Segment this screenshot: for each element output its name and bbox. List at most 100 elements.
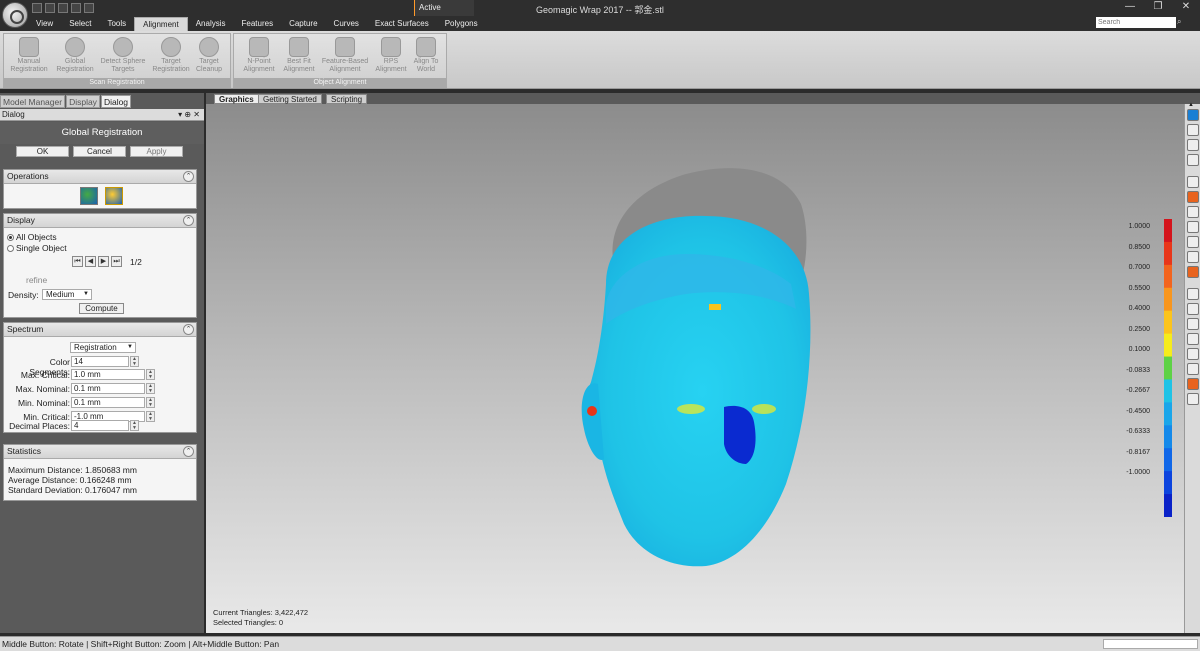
- decimal-places-field[interactable]: 4: [71, 420, 129, 431]
- tab-polygons[interactable]: Polygons: [437, 17, 486, 31]
- color-scale-label: 0.8500: [1128, 243, 1150, 251]
- detect-sphere-targets-button[interactable]: Detect Sphere Targets: [98, 36, 148, 74]
- first-icon[interactable]: ⏮: [72, 256, 83, 267]
- lasso-icon[interactable]: [1187, 221, 1199, 233]
- max-nominal-spinner[interactable]: ▲ ▼: [146, 383, 155, 394]
- collapse-icon[interactable]: ⌃: [183, 324, 194, 335]
- spectrum-type-select[interactable]: Registration ▼: [70, 342, 136, 353]
- all-objects-radio[interactable]: All Objects: [7, 232, 57, 242]
- search-input[interactable]: [1096, 17, 1176, 28]
- view-front-icon[interactable]: [1187, 109, 1199, 121]
- view-bottom-icon[interactable]: [1187, 154, 1199, 166]
- single-object-radio[interactable]: Single Object: [7, 243, 67, 253]
- head-scan-model[interactable]: [206, 104, 1184, 633]
- tab-features[interactable]: Features: [234, 17, 282, 31]
- tab-dialog[interactable]: Dialog: [100, 95, 132, 108]
- collapse-icon[interactable]: ⌃: [183, 171, 194, 182]
- dialog-header: Dialog ▾ ⊕ ✕: [0, 109, 204, 121]
- scroll-up-icon[interactable]: ▲: [1188, 102, 1198, 108]
- restore-button[interactable]: ❐: [1144, 0, 1172, 14]
- button-label: N-Point Alignment: [243, 58, 275, 73]
- collapse-icon[interactable]: ⌃: [183, 446, 194, 457]
- max-nominal-field[interactable]: 0.1 mm: [71, 383, 145, 394]
- spectrum-header[interactable]: Spectrum ⌃: [4, 323, 196, 337]
- color-segment: [1164, 471, 1172, 495]
- cancel-button[interactable]: Cancel: [73, 146, 126, 157]
- manual-registration-button[interactable]: Manual Registration: [6, 36, 52, 74]
- last-icon[interactable]: ⏭: [111, 256, 122, 267]
- brush-icon[interactable]: [1187, 236, 1199, 248]
- apply-button[interactable]: Apply: [130, 146, 183, 157]
- tab-exact-surfaces[interactable]: Exact Surfaces: [367, 17, 437, 31]
- align-to-world-button[interactable]: Align To World: [406, 36, 446, 74]
- annotation-icon[interactable]: [1187, 333, 1199, 345]
- tab-alignment[interactable]: Alignment: [134, 17, 188, 31]
- clip-icon[interactable]: [1187, 303, 1199, 315]
- select-icon[interactable]: [1187, 206, 1199, 218]
- graphics-viewport[interactable]: Current Triangles: 3,422,472 Selected Tr…: [206, 104, 1184, 633]
- global-registration-button[interactable]: Global Registration: [52, 36, 98, 74]
- compute-button[interactable]: Compute: [79, 303, 124, 314]
- min-critical-spinner[interactable]: ▲ ▼: [146, 411, 155, 422]
- visible-icon[interactable]: [1187, 288, 1199, 300]
- view-top-icon[interactable]: [1187, 139, 1199, 151]
- feature-based-alignment-button[interactable]: Feature-Based Alignment: [320, 36, 370, 74]
- dialog-header-label: Dialog: [2, 110, 25, 119]
- shading-icon[interactable]: [1187, 191, 1199, 203]
- tab-display[interactable]: Display: [66, 95, 100, 108]
- zoom-fit-icon[interactable]: [1187, 176, 1199, 188]
- bucket-icon[interactable]: [1187, 266, 1199, 278]
- operations-header[interactable]: Operations ⌃: [4, 170, 196, 184]
- view-back-icon[interactable]: [1187, 124, 1199, 136]
- left-panel: Model Manager Display Dialog Dialog ▾ ⊕ …: [0, 93, 204, 633]
- tab-graphics[interactable]: Graphics: [214, 94, 259, 104]
- tab-analysis[interactable]: Analysis: [188, 17, 234, 31]
- next-icon[interactable]: ▶: [98, 256, 109, 267]
- density-select[interactable]: Medium ▼: [42, 289, 92, 300]
- dialog-header-controls[interactable]: ▾ ⊕ ✕: [178, 109, 200, 120]
- max-critical-field[interactable]: 1.0 mm: [71, 369, 145, 380]
- spectrum-section: Spectrum ⌃ Registration ▼ Color Segments…: [3, 322, 197, 433]
- statistics-header[interactable]: Statistics ⌃: [4, 445, 196, 459]
- properties-icon[interactable]: [1187, 363, 1199, 375]
- previous-icon[interactable]: ◀: [85, 256, 96, 267]
- title-bar: Geomagic Wrap 2017 -- 郭金.stl Active — ❐ …: [0, 0, 1200, 31]
- minimize-button[interactable]: —: [1116, 0, 1144, 14]
- left-eye-region: [677, 404, 705, 414]
- min-nominal-spinner[interactable]: ▲ ▼: [146, 397, 155, 408]
- target-cleanup-button[interactable]: Target Cleanup: [188, 36, 230, 74]
- section-title: Display: [7, 215, 35, 225]
- best-fit-alignment-button[interactable]: Best Fit Alignment: [276, 36, 322, 74]
- tab-curves[interactable]: Curves: [326, 17, 367, 31]
- registration-preview-icon[interactable]: [105, 187, 123, 205]
- color-segments-spinner[interactable]: ▲ ▼: [130, 356, 139, 367]
- settings-icon[interactable]: [1187, 393, 1199, 405]
- tab-capture[interactable]: Capture: [281, 17, 325, 31]
- color-scale-label: 0.1000: [1128, 346, 1150, 353]
- max-critical-spinner[interactable]: ▲ ▼: [146, 369, 155, 380]
- registration-globe-icon[interactable]: [80, 187, 98, 205]
- min-nominal-field[interactable]: 0.1 mm: [71, 397, 145, 408]
- decimal-places-spinner[interactable]: ▲ ▼: [130, 420, 139, 431]
- display-header[interactable]: Display ⌃: [4, 214, 196, 228]
- close-button[interactable]: ✕: [1172, 0, 1200, 14]
- best-fit-alignment-icon: [289, 37, 309, 57]
- group-label: Object Alignment: [234, 78, 446, 87]
- active-context-tab[interactable]: Active: [414, 0, 474, 16]
- tab-model-manager[interactable]: Model Manager: [0, 95, 66, 108]
- select-value: Registration: [74, 343, 117, 352]
- tab-select[interactable]: Select: [61, 17, 99, 31]
- paint-icon[interactable]: [1187, 251, 1199, 263]
- tab-tools[interactable]: Tools: [99, 17, 134, 31]
- search-icon[interactable]: ⌕: [1177, 17, 1187, 27]
- tab-getting-started[interactable]: Getting Started: [258, 94, 322, 104]
- layers-icon[interactable]: [1187, 348, 1199, 360]
- color-map-icon[interactable]: [1187, 378, 1199, 390]
- collapse-icon[interactable]: ⌃: [183, 215, 194, 226]
- color-segments-field[interactable]: 14: [71, 356, 129, 367]
- ok-button[interactable]: OK: [16, 146, 69, 157]
- tab-view[interactable]: View: [28, 17, 61, 31]
- tab-scripting[interactable]: Scripting: [326, 94, 368, 104]
- progress-bar: [1103, 639, 1198, 649]
- measure-icon[interactable]: [1187, 318, 1199, 330]
